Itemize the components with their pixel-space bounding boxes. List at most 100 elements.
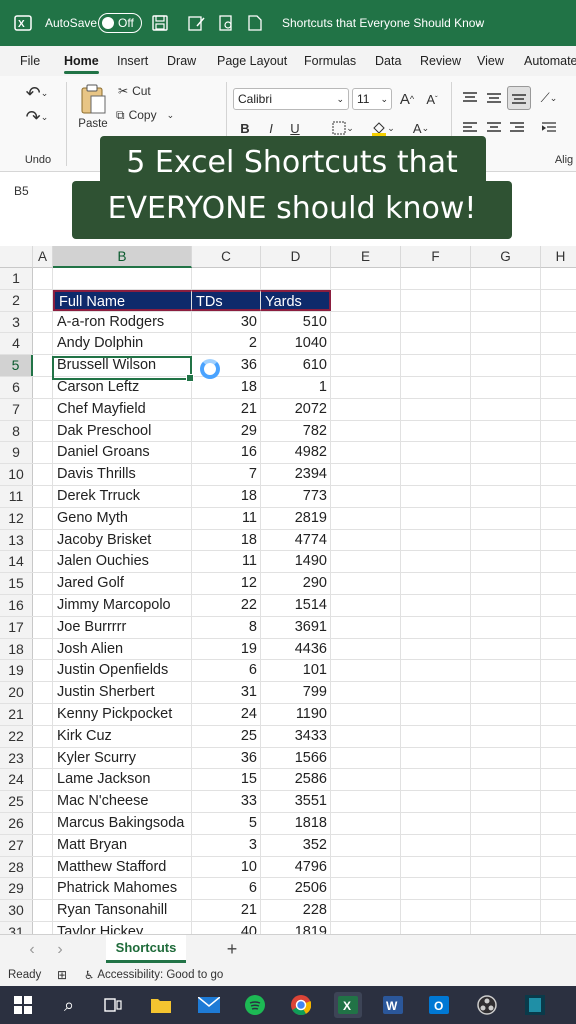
cell[interactable]: [331, 551, 401, 573]
cell[interactable]: [33, 725, 53, 747]
bold-button[interactable]: B: [236, 118, 254, 138]
cell[interactable]: [331, 595, 401, 616]
tds-cell[interactable]: 11: [192, 507, 261, 529]
header-cell[interactable]: Full Name: [53, 289, 192, 311]
cell[interactable]: [471, 442, 541, 464]
add-sheet-icon[interactable]: +: [222, 939, 242, 959]
cell[interactable]: [471, 704, 541, 725]
cell[interactable]: [33, 791, 53, 812]
cell[interactable]: [331, 834, 401, 856]
cell[interactable]: [541, 530, 576, 551]
yards-cell[interactable]: 2394: [261, 464, 331, 485]
cell[interactable]: [401, 442, 471, 464]
cell[interactable]: [541, 878, 576, 899]
row-header[interactable]: 11: [0, 486, 33, 507]
cell[interactable]: [471, 638, 541, 660]
column-header-e[interactable]: E: [331, 246, 401, 268]
print-preview-icon[interactable]: [218, 14, 234, 32]
tds-cell[interactable]: 6: [192, 878, 261, 900]
row-header[interactable]: 30: [0, 900, 33, 921]
tab-insert[interactable]: Insert: [117, 54, 148, 68]
cell[interactable]: [541, 835, 576, 856]
cell[interactable]: [541, 726, 576, 747]
row-header[interactable]: 25: [0, 791, 33, 812]
cell[interactable]: [541, 486, 576, 507]
cell[interactable]: [331, 660, 401, 682]
name-cell[interactable]: Jared Golf: [53, 573, 192, 594]
name-cell[interactable]: Mac N'cheese: [53, 791, 192, 812]
cell[interactable]: [33, 900, 53, 921]
cell[interactable]: [331, 486, 401, 507]
yards-cell[interactable]: 2506: [261, 878, 331, 900]
cell[interactable]: [331, 355, 401, 376]
cell[interactable]: [401, 747, 471, 769]
tds-cell[interactable]: 21: [192, 900, 261, 921]
cell[interactable]: [401, 595, 471, 616]
name-cell[interactable]: Andy Dolphin: [53, 333, 192, 355]
row-header[interactable]: 24: [0, 769, 33, 791]
tds-cell[interactable]: 24: [192, 704, 261, 725]
align-center-icon[interactable]: [484, 118, 504, 138]
yards-cell[interactable]: 799: [261, 682, 331, 703]
cell[interactable]: [331, 268, 401, 289]
cell[interactable]: [401, 791, 471, 812]
cell[interactable]: [471, 791, 541, 812]
cell[interactable]: [541, 333, 576, 354]
cell[interactable]: [471, 377, 541, 398]
document-icon[interactable]: [248, 14, 262, 32]
task-view-icon[interactable]: [102, 994, 124, 1016]
column-header-c[interactable]: C: [192, 246, 261, 268]
yards-cell[interactable]: 1190: [261, 704, 331, 725]
name-cell[interactable]: Phatrick Mahomes: [53, 878, 192, 900]
cell[interactable]: [33, 747, 53, 769]
borders-icon[interactable]: ⌄: [328, 118, 358, 138]
cell[interactable]: [401, 311, 471, 333]
cell[interactable]: [331, 856, 401, 878]
name-cell[interactable]: Davis Thrills: [53, 464, 192, 485]
cell[interactable]: [261, 268, 331, 289]
name-cell[interactable]: Marcus Bakingsoda: [53, 813, 192, 834]
cell[interactable]: [401, 551, 471, 573]
cell[interactable]: [471, 834, 541, 856]
cell[interactable]: [541, 268, 576, 289]
cell[interactable]: [401, 398, 471, 420]
yards-cell[interactable]: 3691: [261, 616, 331, 638]
cell[interactable]: [401, 355, 471, 376]
column-header-b[interactable]: B: [53, 246, 192, 268]
tds-cell[interactable]: 8: [192, 616, 261, 638]
cell[interactable]: [331, 442, 401, 464]
name-cell[interactable]: A-a-ron Rodgers: [53, 311, 192, 333]
cell[interactable]: [401, 878, 471, 900]
row-header[interactable]: 27: [0, 834, 33, 856]
cell[interactable]: [331, 529, 401, 551]
cell[interactable]: [471, 486, 541, 507]
cell[interactable]: [33, 660, 53, 682]
cell[interactable]: [471, 769, 541, 791]
name-cell[interactable]: Jimmy Marcopolo: [53, 595, 192, 616]
row-header[interactable]: 1: [0, 268, 33, 289]
column-header-h[interactable]: H: [541, 246, 576, 268]
redo-icon[interactable]: ↷ ⌄: [20, 106, 54, 128]
cell[interactable]: [331, 747, 401, 769]
cell[interactable]: [401, 289, 471, 311]
cell[interactable]: [541, 573, 576, 594]
yards-cell[interactable]: 2072: [261, 398, 331, 420]
yards-cell[interactable]: 510: [261, 311, 331, 333]
cell[interactable]: [401, 573, 471, 594]
yards-cell[interactable]: 2586: [261, 769, 331, 791]
tds-cell[interactable]: 33: [192, 791, 261, 812]
cell[interactable]: [331, 289, 401, 311]
cell[interactable]: [471, 268, 541, 289]
row-header[interactable]: 2: [0, 289, 33, 311]
header-cell[interactable]: TDs: [192, 289, 261, 311]
row-header[interactable]: 16: [0, 595, 33, 616]
align-middle-icon[interactable]: [484, 88, 504, 108]
outlook-icon[interactable]: O: [428, 994, 450, 1016]
cell[interactable]: [401, 420, 471, 442]
scroll-left-icon[interactable]: ‹: [24, 941, 40, 959]
obs-icon[interactable]: [476, 994, 498, 1016]
cell[interactable]: [401, 638, 471, 660]
tds-cell[interactable]: 16: [192, 442, 261, 464]
word-icon[interactable]: W: [382, 994, 404, 1016]
column-header-f[interactable]: F: [401, 246, 471, 268]
